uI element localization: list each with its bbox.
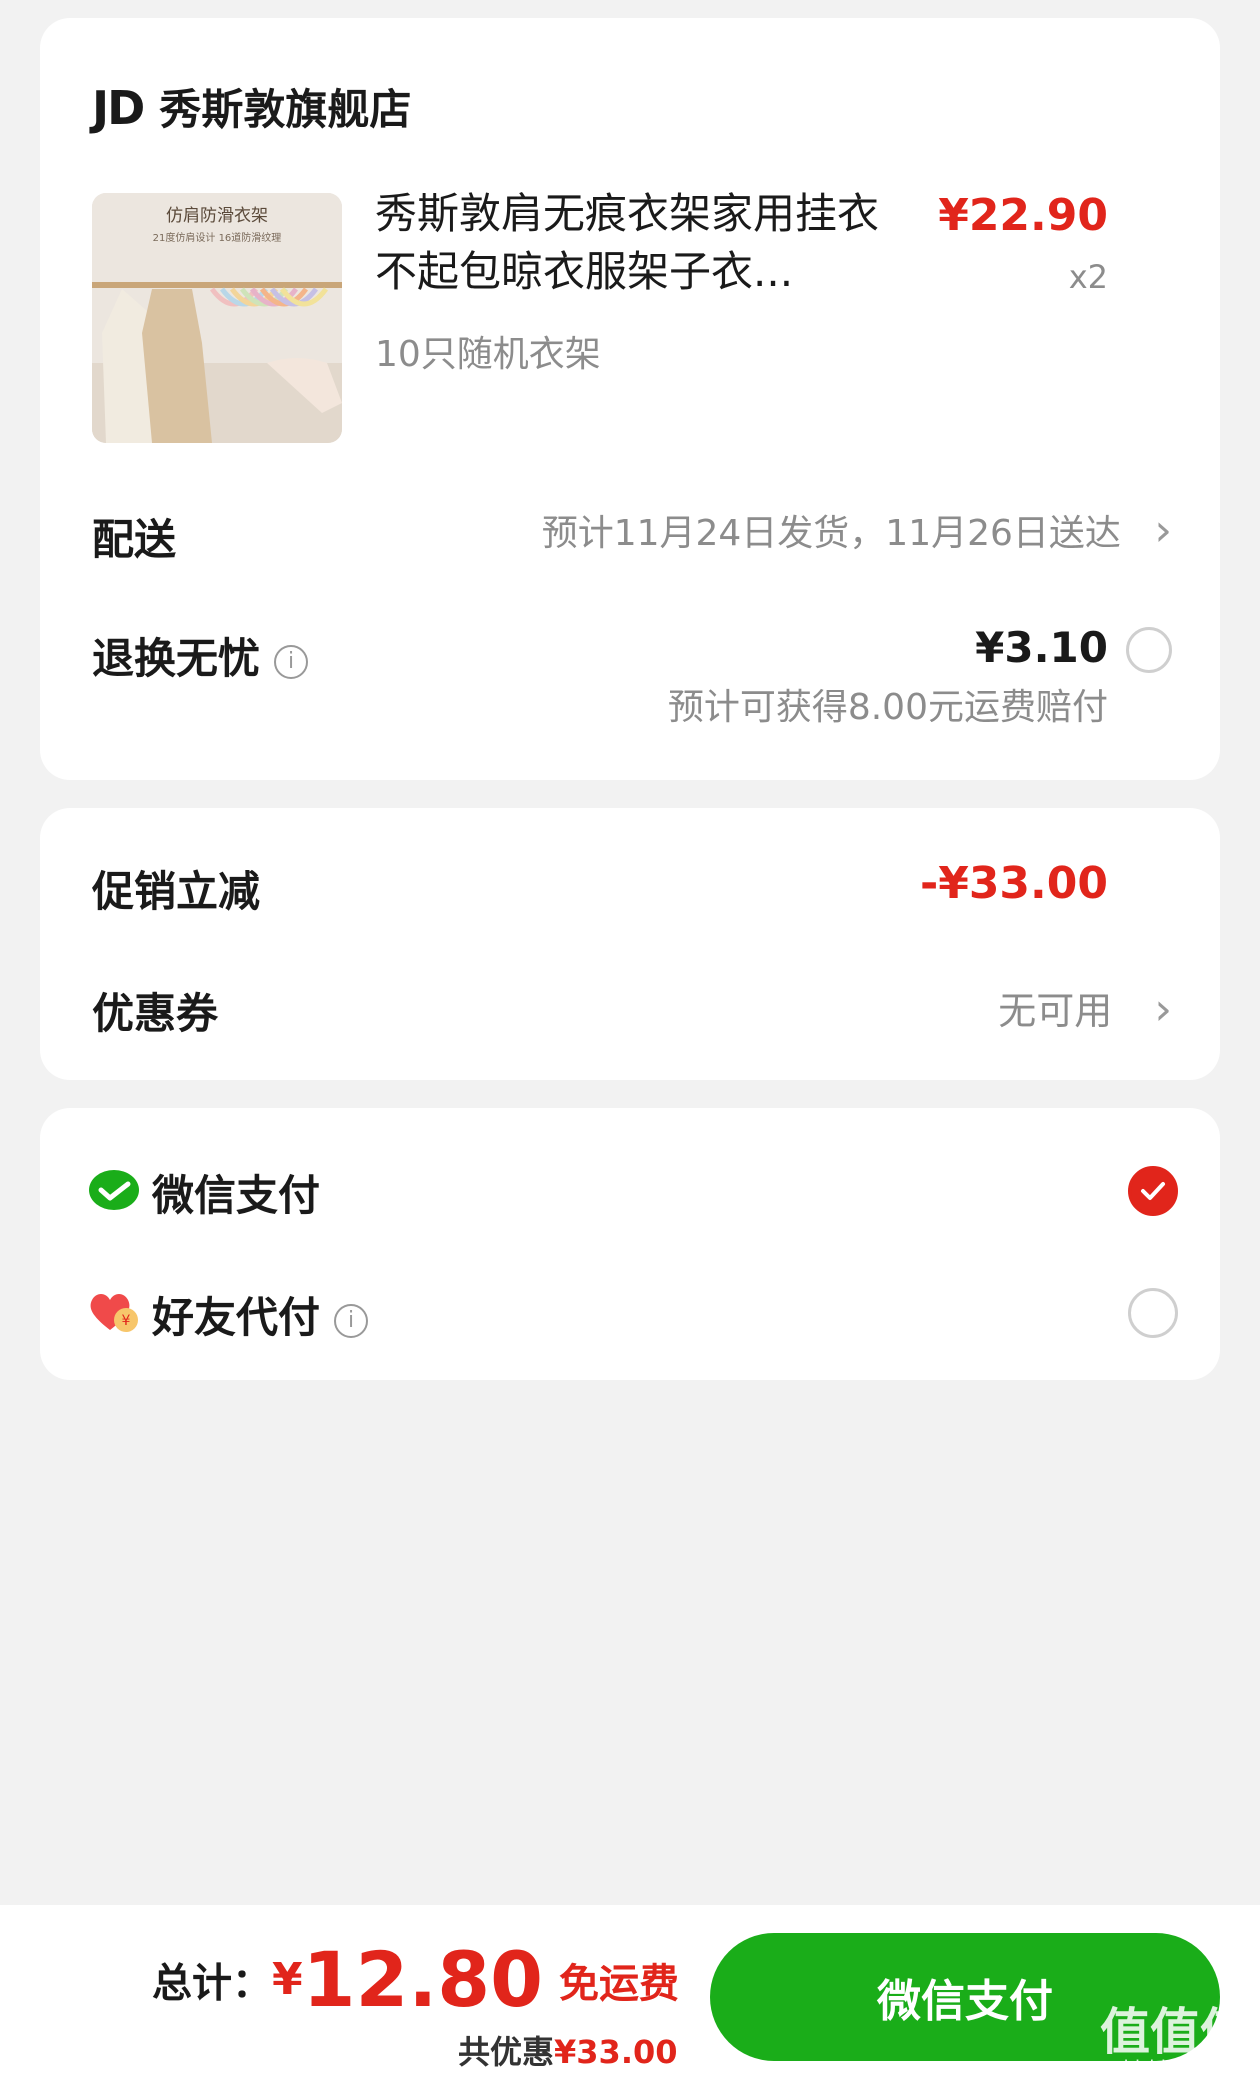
chevron-right-icon: › bbox=[1154, 984, 1172, 1035]
product-quantity: x2 bbox=[1068, 258, 1108, 296]
return-insurance-radio[interactable] bbox=[1126, 627, 1172, 673]
return-insurance-text: 退换无忧 bbox=[92, 634, 261, 683]
jd-logo: JD bbox=[92, 81, 145, 135]
product-thumbnail[interactable]: 仿肩防滑衣架 21度仿肩设计 16道防滑纹理 bbox=[92, 193, 342, 443]
free-shipping: 免运费 bbox=[559, 1960, 680, 2007]
store-name: 秀斯敦旗舰店 bbox=[159, 85, 412, 134]
payment-label-text: 好友代付 bbox=[152, 1293, 321, 1342]
order-card: JD 秀斯敦旗舰店 仿肩防滑衣架 21度仿肩设计 16道防滑纹理 秀斯敦肩无痕衣… bbox=[40, 18, 1220, 780]
chevron-right-icon: › bbox=[1154, 505, 1172, 556]
discount-value: -¥33.00 bbox=[919, 858, 1108, 909]
savings-label: 共优惠 bbox=[458, 2033, 555, 2071]
delivery-estimate: 预计11月24日发货，11月26日送达 bbox=[541, 513, 1121, 554]
svg-text:¥: ¥ bbox=[122, 1313, 131, 1329]
total-amount: 12.80 bbox=[302, 1935, 544, 2024]
promotion-card: 促销立减 -¥33.00 优惠券 无可用 › bbox=[40, 808, 1220, 1080]
info-icon[interactable]: i bbox=[334, 1303, 369, 1338]
product-title[interactable]: 秀斯敦肩无痕衣架家用挂衣不起包晾衣服架子衣... bbox=[375, 185, 885, 301]
store-header[interactable]: JD 秀斯敦旗舰店 bbox=[92, 76, 411, 137]
watermark-main: 值值值 bbox=[1100, 2003, 1250, 2061]
coupon-value: 无可用 bbox=[998, 989, 1113, 1033]
savings-value: ¥33.00 bbox=[554, 2033, 678, 2071]
watermark-sub: zhizhizhi.com bbox=[1114, 2057, 1236, 2078]
savings-row: 共优惠¥33.00 bbox=[458, 2027, 678, 2073]
total-label: 总计： bbox=[152, 1960, 272, 2007]
info-icon[interactable]: i bbox=[274, 644, 309, 679]
product-image: 仿肩防滑衣架 21度仿肩设计 16道防滑纹理 bbox=[92, 193, 342, 443]
return-insurance-label: 退换无忧 i bbox=[92, 625, 309, 686]
friend-pay-icon: ¥ bbox=[90, 1294, 138, 1332]
checkout-bar: 总计：¥12.80 免运费 共优惠¥33.00 微信支付 值值值 zhizhizh… bbox=[0, 1905, 1260, 2090]
product-spec: 10只随机衣架 bbox=[375, 334, 601, 375]
payment-label: 微信支付 bbox=[152, 1171, 321, 1220]
wechat-pay-icon bbox=[89, 1170, 139, 1210]
product-image-caption-sub: 21度仿肩设计 16道防滑纹理 bbox=[153, 231, 282, 244]
return-insurance-price: ¥3.10 bbox=[975, 623, 1108, 672]
payment-radio-friend[interactable] bbox=[1128, 1288, 1178, 1338]
coupon-row[interactable]: 无可用 › bbox=[998, 980, 1172, 1035]
payment-option-friend[interactable]: ¥ 好友代付 i bbox=[88, 1278, 1208, 1348]
check-icon bbox=[1141, 1182, 1165, 1200]
payment-card: 微信支付 ¥ 好友代付 i bbox=[40, 1108, 1220, 1380]
total-currency: ¥ bbox=[272, 1954, 303, 2005]
delivery-label: 配送 bbox=[92, 515, 177, 564]
product-image-caption-title: 仿肩防滑衣架 bbox=[166, 206, 268, 226]
coupon-label: 优惠券 bbox=[92, 989, 219, 1038]
discount-label: 促销立减 bbox=[92, 867, 261, 916]
payment-radio-wechat[interactable] bbox=[1128, 1166, 1178, 1216]
payment-label: 好友代付 i bbox=[152, 1284, 369, 1345]
delivery-row[interactable]: 预计11月24日发货，11月26日送达 › bbox=[542, 504, 1172, 556]
total-row: 总计：¥12.80 免运费 bbox=[152, 1935, 679, 2024]
watermark: 值值值 zhizhizhi.com bbox=[1100, 2006, 1250, 2078]
return-insurance-note: 预计可获得8.00元运费赔付 bbox=[667, 687, 1108, 728]
payment-option-wechat[interactable]: 微信支付 bbox=[88, 1156, 1208, 1226]
product-price: ¥22.90 bbox=[938, 190, 1108, 241]
